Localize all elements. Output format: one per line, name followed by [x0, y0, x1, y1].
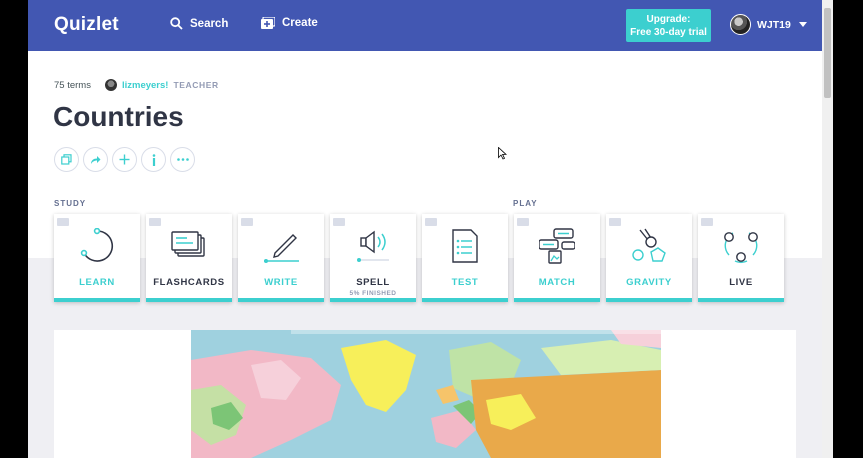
set-actions	[54, 147, 195, 172]
username: WJT19	[757, 18, 791, 31]
author-role: TEACHER	[173, 80, 219, 90]
flashcards-mode-card[interactable]: FLASHCARDS	[146, 214, 232, 302]
share-button[interactable]	[83, 147, 108, 172]
chevron-down-icon	[798, 22, 807, 27]
live-mode-card[interactable]: LIVE	[698, 214, 784, 302]
write-label: WRITE	[264, 277, 298, 288]
study-modes: LEARN FLASHCARDS WRITE SPELL 5% FINISHED	[54, 214, 784, 302]
search-label: Search	[190, 17, 229, 30]
test-label: TEST	[451, 277, 479, 288]
keyboard-shortcut-icon	[57, 218, 69, 226]
set-diagram-card	[54, 330, 796, 458]
author-avatar	[104, 79, 117, 91]
match-label: MATCH	[538, 277, 576, 288]
scrollbar-thumb[interactable]	[824, 8, 831, 98]
upgrade-line-1: Upgrade:	[646, 14, 691, 25]
upgrade-button[interactable]: Upgrade: Free 30-day trial	[626, 9, 711, 42]
create-button[interactable]: Create	[261, 17, 318, 29]
user-menu[interactable]: WJT19	[730, 14, 807, 35]
quizlet-logo[interactable]: Quizlet	[54, 14, 119, 36]
avatar	[730, 14, 751, 35]
keyboard-shortcut-icon	[241, 218, 253, 226]
test-icon	[452, 229, 478, 263]
gravity-label: GRAVITY	[626, 277, 672, 288]
create-icon	[261, 17, 275, 29]
spell-mode-card[interactable]: SPELL 5% FINISHED	[330, 214, 416, 302]
copy-button[interactable]	[54, 147, 79, 172]
spell-label: SPELL	[356, 277, 390, 288]
gravity-icon	[632, 228, 666, 262]
gravity-mode-card[interactable]: GRAVITY	[606, 214, 692, 302]
learn-mode-card[interactable]: LEARN	[54, 214, 140, 302]
create-label: Create	[282, 17, 318, 29]
search-button[interactable]: Search	[170, 17, 228, 30]
play-section-label: PLAY	[513, 199, 538, 208]
learn-label: LEARN	[79, 277, 115, 288]
keyboard-shortcut-icon	[609, 218, 621, 226]
keyboard-shortcut-icon	[149, 218, 161, 226]
world-map-image[interactable]	[191, 330, 661, 458]
match-icon	[539, 228, 575, 264]
more-button[interactable]	[170, 147, 195, 172]
search-icon	[170, 17, 183, 30]
spell-progress: 5% FINISHED	[349, 290, 397, 297]
match-mode-card[interactable]: MATCH	[514, 214, 600, 302]
live-label: LIVE	[729, 277, 753, 288]
set-meta: 75 terms lizmeyers! TEACHER	[54, 79, 219, 91]
flashcards-icon	[171, 231, 205, 257]
keyboard-shortcut-icon	[701, 218, 713, 226]
flashcards-label: FLASHCARDS	[153, 277, 225, 288]
keyboard-shortcut-icon	[425, 218, 437, 226]
more-icon	[176, 158, 189, 161]
info-button[interactable]	[141, 147, 166, 172]
world-map-graphic	[191, 330, 661, 458]
write-icon	[264, 234, 299, 263]
plus-icon	[119, 154, 130, 165]
top-navigation-bar: Quizlet Search Create Upgrade: Free 30-d…	[28, 0, 822, 51]
study-section-label: STUDY	[54, 199, 87, 208]
copy-icon	[61, 154, 72, 165]
spell-icon	[357, 230, 389, 262]
mouse-cursor-icon	[498, 147, 507, 160]
set-header: 75 terms lizmeyers! TEACHER Countries ST…	[28, 51, 822, 302]
keyboard-shortcut-icon	[517, 218, 529, 226]
browser-viewport: Quizlet Search Create Upgrade: Free 30-d…	[28, 0, 833, 458]
page-title: Countries	[53, 101, 184, 132]
share-icon	[91, 155, 101, 164]
learn-icon	[80, 228, 113, 262]
test-mode-card[interactable]: TEST	[422, 214, 508, 302]
author-link[interactable]: lizmeyers!	[122, 80, 168, 91]
upgrade-line-2: Free 30-day trial	[630, 27, 707, 38]
term-count: 75 terms	[54, 79, 91, 91]
write-mode-card[interactable]: WRITE	[238, 214, 324, 302]
keyboard-shortcut-icon	[333, 218, 345, 226]
live-icon	[724, 232, 758, 264]
info-icon	[152, 153, 155, 166]
add-to-folder-button[interactable]	[112, 147, 137, 172]
